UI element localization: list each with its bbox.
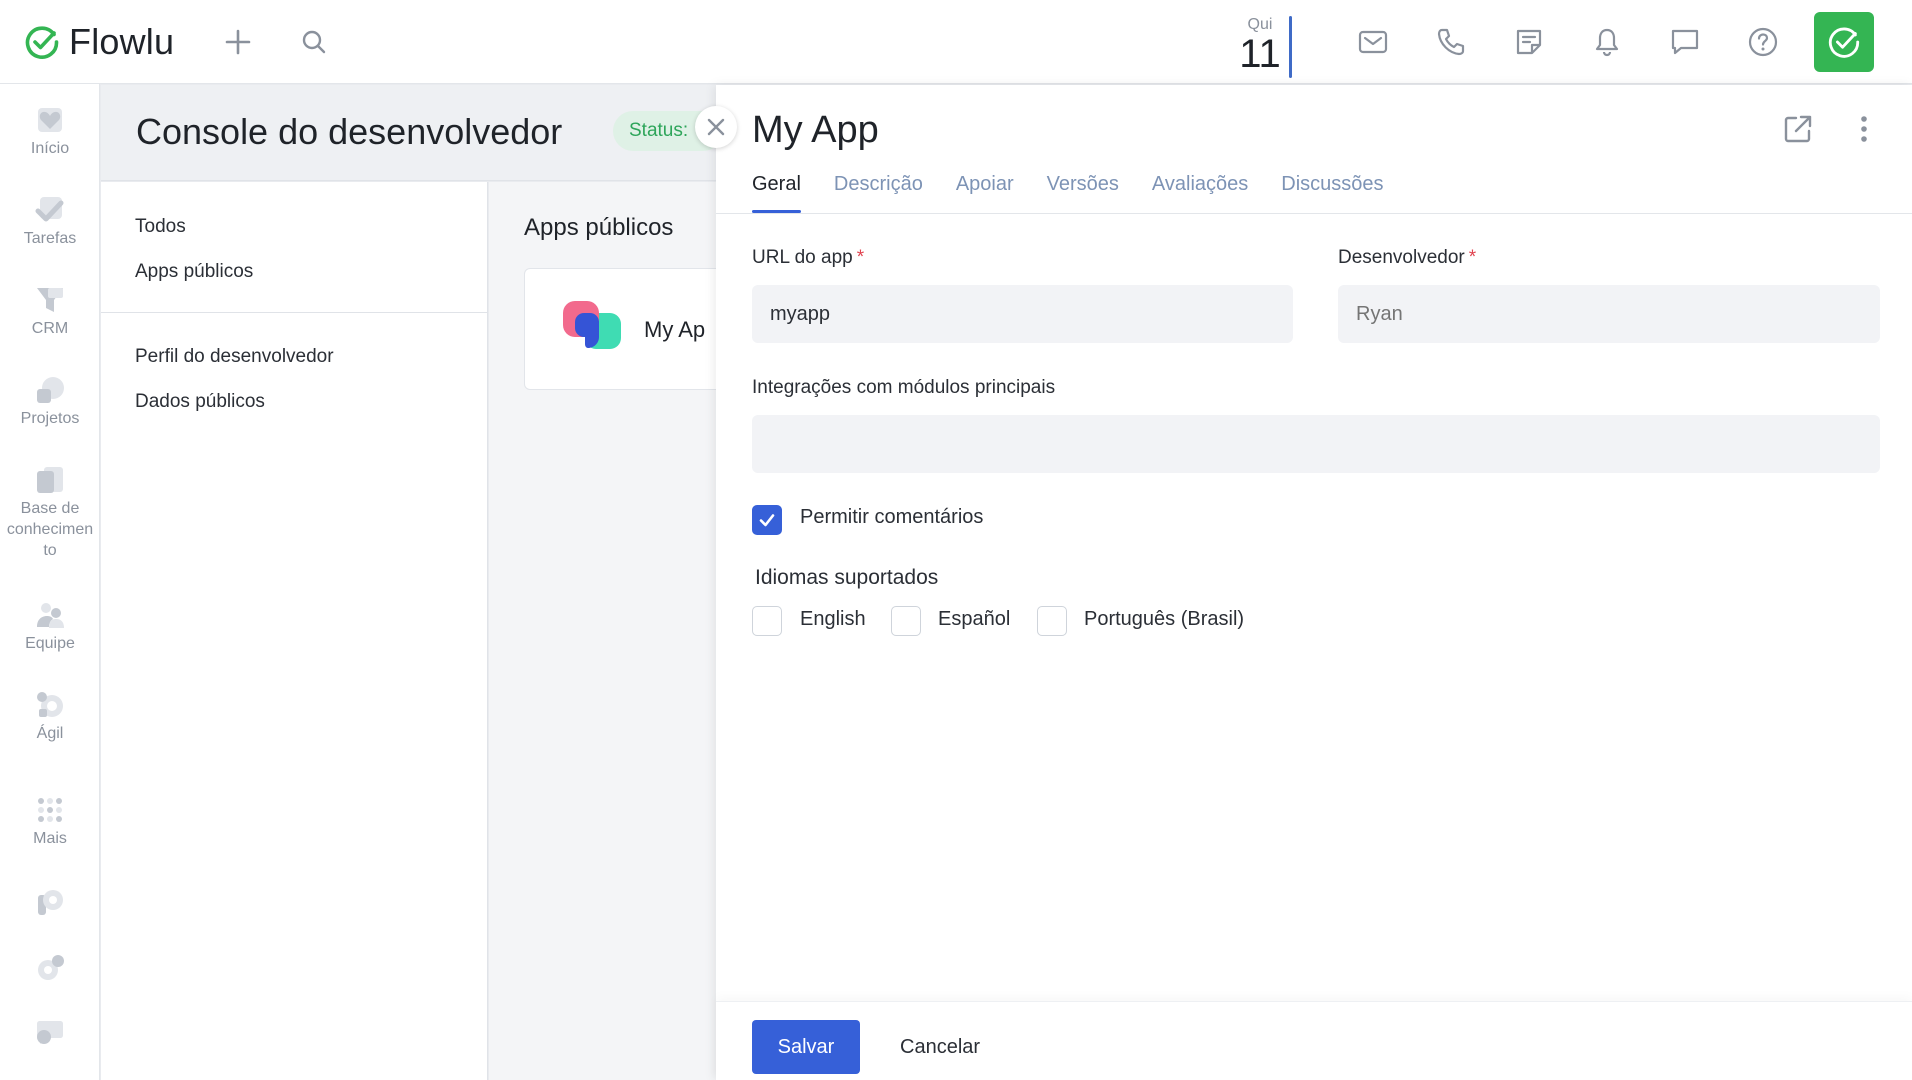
chat-button[interactable] [1646, 0, 1724, 84]
apps-content: Apps públicos My Ap [489, 182, 724, 1080]
menu-divider [101, 312, 488, 313]
language-checkbox-portugues[interactable] [1037, 606, 1067, 636]
heart-icon [38, 108, 62, 132]
nav-item-support[interactable] [0, 1017, 100, 1049]
page-title: Console do desenvolvedor [136, 111, 563, 152]
add-button[interactable] [216, 20, 260, 64]
open-external-button[interactable] [1778, 109, 1818, 149]
close-icon [707, 118, 725, 136]
bell-icon [1595, 28, 1619, 57]
team-icon [37, 603, 64, 628]
nav-item-crm[interactable]: CRM [0, 284, 100, 339]
nav-item-base-de-conhecimento[interactable]: Base de conhecimen to [0, 464, 100, 561]
more-vertical-icon [1861, 116, 1867, 142]
language-checkbox-english[interactable] [752, 606, 782, 636]
agile-icon [37, 692, 63, 717]
funnel-icon [37, 288, 63, 312]
developer-field[interactable] [1338, 285, 1880, 343]
external-link-icon [1784, 115, 1812, 143]
nav-item-equipe[interactable]: Equipe [0, 599, 100, 654]
check-icon [35, 197, 64, 222]
url-label: URL do app * [752, 247, 865, 268]
app-card[interactable]: My Ap [524, 268, 724, 390]
language-label-espanol[interactable]: Español [938, 608, 1010, 631]
nav-item-agil[interactable]: Ágil [0, 689, 100, 744]
nav-item-projetos[interactable]: Projetos [0, 374, 100, 429]
language-label-portugues[interactable]: Português (Brasil) [1084, 608, 1244, 631]
grid-icon [38, 798, 62, 822]
tabs-divider [716, 213, 1912, 214]
url-input[interactable] [752, 285, 1293, 343]
nav-item-tarefas[interactable]: Tarefas [0, 194, 100, 249]
support-icon [37, 1021, 63, 1044]
languages-title: Idiomas suportados [755, 566, 939, 589]
top-bar: Flowlu Qui 11 [0, 0, 1912, 84]
gear-icon [38, 955, 64, 980]
nav-item-settings[interactable] [0, 952, 100, 984]
page-header: Console do desenvolvedor Status: [101, 85, 723, 181]
phone-icon [1437, 28, 1465, 56]
phone-button[interactable] [1412, 0, 1490, 84]
close-drawer-button[interactable] [695, 106, 737, 148]
cancel-button[interactable]: Cancelar [900, 1020, 980, 1074]
drawer-footer: Salvar Cancelar [716, 1001, 1912, 1080]
menu-item-dados-publicos[interactable]: Dados públicos [135, 391, 265, 413]
help-button[interactable] [1724, 0, 1802, 84]
tab-versoes[interactable]: Versões [1047, 167, 1119, 213]
save-button[interactable]: Salvar [752, 1020, 860, 1074]
drawer-tabs: Geral Descrição Apoiar Versões Avaliaçõe… [752, 167, 1417, 213]
developer-label: Desenvolvedor * [1338, 247, 1477, 268]
menu-item-todos[interactable]: Todos [135, 216, 186, 238]
notes-button[interactable] [1490, 0, 1568, 84]
nav-item-inicio[interactable]: Início [0, 104, 100, 159]
allow-comments-label[interactable]: Permitir comentários [800, 506, 983, 529]
mail-button[interactable] [1334, 0, 1412, 84]
tab-discussoes[interactable]: Discussões [1281, 167, 1383, 213]
app-logo-icon [563, 301, 621, 349]
drawer-title: My App [752, 109, 879, 151]
menu-item-apps-publicos[interactable]: Apps públicos [135, 261, 253, 283]
nav-item-mais[interactable]: Mais [0, 794, 100, 849]
developer-side-menu: Todos Apps públicos Perfil do desenvolve… [101, 182, 488, 1080]
date-divider [1289, 16, 1292, 78]
plus-icon [225, 29, 251, 54]
checkmark-icon [759, 514, 775, 527]
tab-geral[interactable]: Geral [752, 167, 801, 213]
profile-icon [1828, 27, 1860, 58]
search-button[interactable] [292, 20, 336, 64]
app-card-name: My Ap [644, 317, 706, 342]
mail-icon [1358, 30, 1388, 54]
nav-item-parking[interactable] [0, 887, 100, 919]
apps-section-title: Apps públicos [524, 214, 674, 241]
left-navigation: Início Tarefas CRM Projetos Base de conh… [0, 84, 100, 1080]
chat-icon [1671, 29, 1699, 55]
menu-item-perfil-do-desenvolvedor[interactable]: Perfil do desenvolvedor [135, 346, 334, 368]
book-icon [37, 467, 63, 493]
search-icon [303, 30, 326, 53]
flowlu-logo-icon [25, 25, 59, 59]
notifications-button[interactable] [1568, 0, 1646, 84]
tab-avaliacoes[interactable]: Avaliações [1152, 167, 1248, 213]
calendar-date[interactable]: Qui 11 [1238, 10, 1292, 78]
more-options-button[interactable] [1844, 109, 1884, 149]
app-drawer: My App Geral Descrição Apoiar Versões Av… [716, 85, 1912, 1080]
profile-button[interactable] [1814, 12, 1874, 72]
integrations-select[interactable] [752, 415, 1880, 473]
language-checkbox-espanol[interactable] [891, 606, 921, 636]
note-icon [1516, 29, 1542, 55]
tab-descricao[interactable]: Descrição [834, 167, 923, 213]
date-number: 11 [1239, 32, 1281, 76]
help-icon [1748, 27, 1778, 57]
logo[interactable]: Flowlu [24, 21, 174, 63]
allow-comments-checkbox[interactable] [752, 505, 782, 535]
language-label-english[interactable]: English [800, 608, 866, 631]
parking-icon [38, 890, 63, 915]
required-marker: * [856, 247, 865, 268]
required-marker: * [1468, 247, 1477, 268]
tab-apoiar[interactable]: Apoiar [956, 167, 1014, 213]
logo-text: Flowlu [69, 20, 175, 62]
integrations-label: Integrações com módulos principais [752, 377, 1056, 398]
projects-icon [37, 377, 64, 403]
